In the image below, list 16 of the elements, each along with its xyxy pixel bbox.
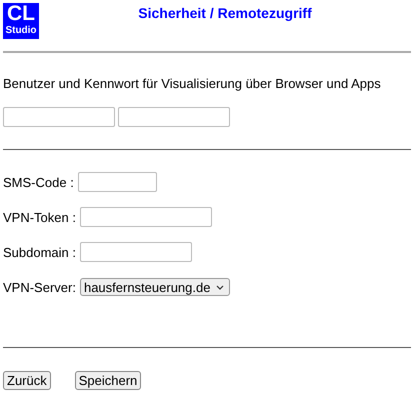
back-button[interactable]: Zurück <box>3 371 51 390</box>
input-field[interactable] <box>78 172 157 192</box>
logo: CL Studio <box>3 3 39 39</box>
page-title: Sicherheit / Remotezugriff <box>138 5 312 23</box>
field-label: Subdomain : <box>3 244 76 260</box>
input-field[interactable] <box>3 107 115 127</box>
field-label: VPN-Token : <box>3 210 76 224</box>
description-text: Benutzer und Kennwort für Visualisierung über Browser und Apps <box>3 76 382 91</box>
save-button[interactable]: Speichern <box>74 371 142 390</box>
input-field[interactable] <box>118 107 230 127</box>
field-label: VPN-Server: <box>3 280 76 294</box>
input-field[interactable] <box>80 242 192 262</box>
server-dropdown[interactable]: hausfernsteuerung.de <box>80 278 230 296</box>
chevron-down-icon <box>216 284 224 290</box>
input-field[interactable] <box>80 207 212 227</box>
field-label: SMS-Code : <box>3 174 74 190</box>
